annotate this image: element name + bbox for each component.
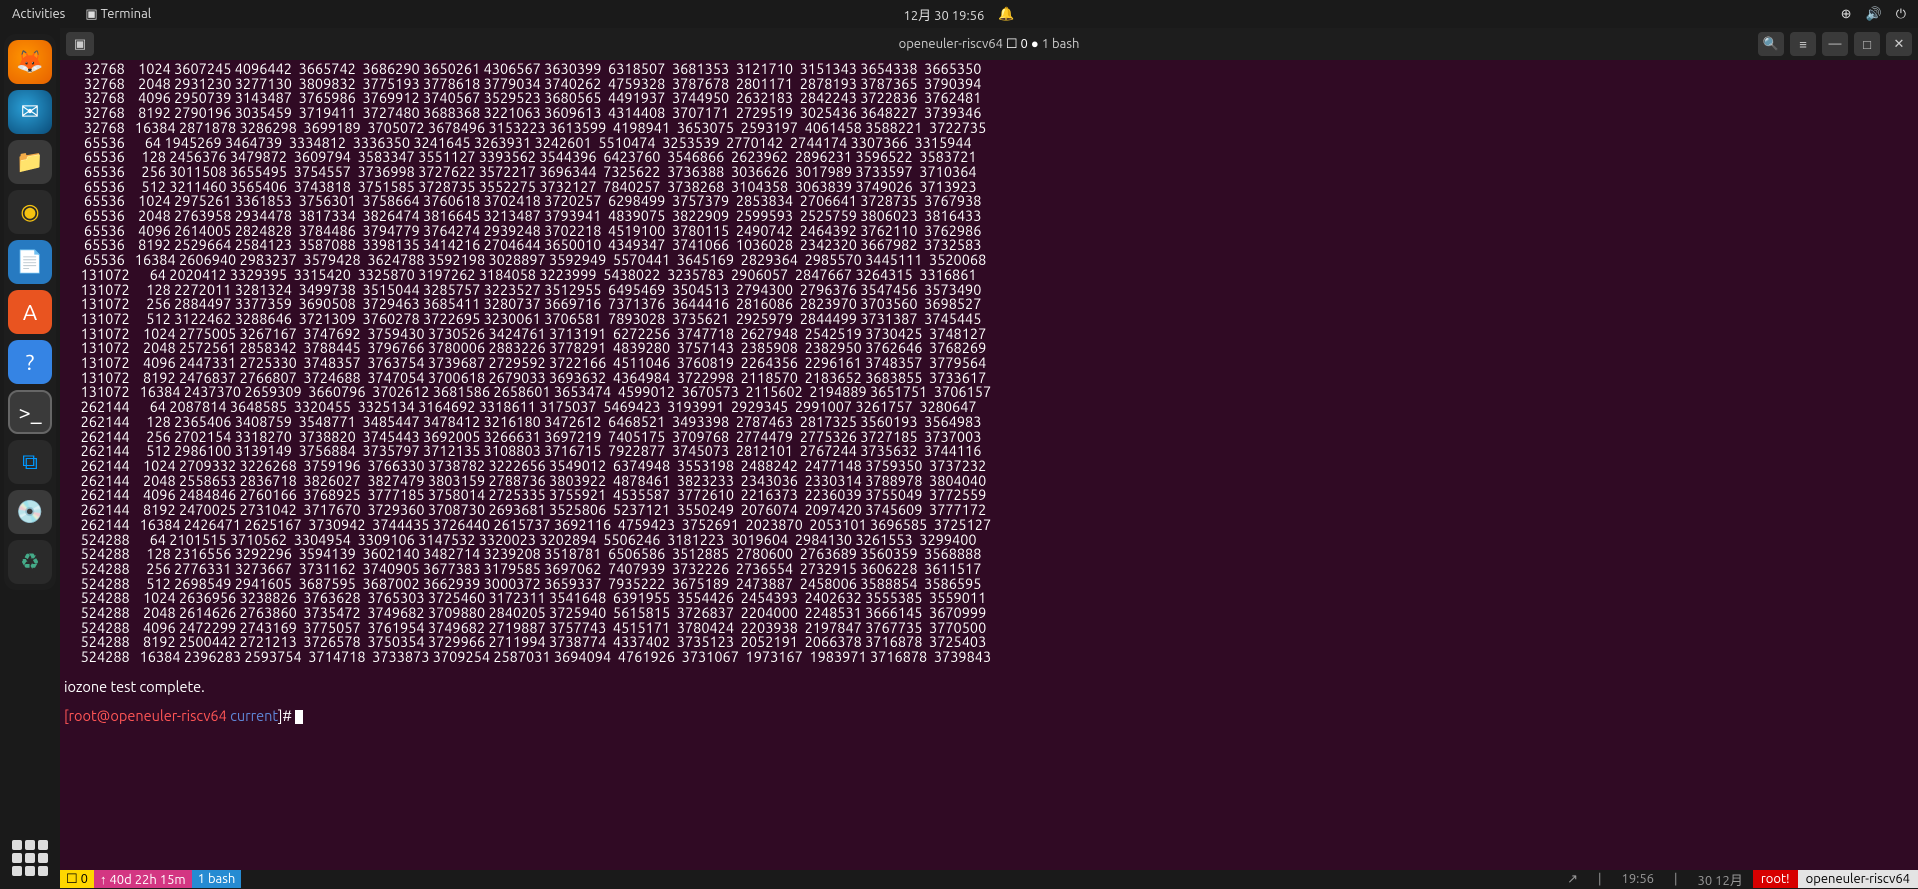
status-sep2: | <box>1664 872 1688 886</box>
gnome-topbar: Activities ▣ Terminal 12月 30 19:56 🔔 ⊕ 🔊… <box>0 0 1918 28</box>
prompt-suffix: ]# <box>278 707 295 724</box>
tmux-statusbar: ☐ 0 ↑ 40d 22h 15m 1 bash ↗ | 19:56 | 30 … <box>60 870 1918 888</box>
status-window[interactable]: 1 bash <box>192 870 242 888</box>
minimize-button[interactable]: — <box>1822 32 1848 56</box>
network-icon[interactable]: ⊕ <box>1841 7 1852 22</box>
close-button[interactable]: ✕ <box>1886 32 1912 56</box>
titlebar-right: 🔍 ≡ — □ ✕ <box>1758 32 1912 56</box>
window-title: openeuler-riscv64 ☐ 0 ● 1 bash <box>899 36 1080 52</box>
terminal-dock-icon[interactable]: >_ <box>8 390 52 434</box>
topbar-center: 12月 30 19:56 🔔 <box>904 5 1015 24</box>
terminal-content[interactable]: 32768 1024 3607245 4096442 3665742 36862… <box>60 60 1918 870</box>
status-session[interactable]: ☐ 0 <box>60 870 94 888</box>
topbar-right: ⊕ 🔊 ⏻ <box>1841 7 1906 22</box>
new-tab-button[interactable]: ▣ <box>66 32 94 56</box>
terminal-window: ▣ openeuler-riscv64 ☐ 0 ● 1 bash 🔍 ≡ — □… <box>60 28 1918 888</box>
status-sep1: | <box>1588 872 1612 886</box>
files-icon[interactable]: 📁 <box>8 140 52 184</box>
dock: 🦊 ✉ 📁 ◉ 📄 A ? >_ ⧉ 💿 ♻ <box>4 34 56 590</box>
power-icon[interactable]: ⏻ <box>1896 7 1906 22</box>
help-icon[interactable]: ? <box>8 340 52 384</box>
trash-icon[interactable]: ♻ <box>8 540 52 584</box>
activities-button[interactable]: Activities <box>12 7 65 22</box>
cursor <box>295 710 303 724</box>
clock[interactable]: 12月 30 19:56 <box>904 5 985 24</box>
menu-button[interactable]: ≡ <box>1790 32 1816 56</box>
status-uptime: ↑ 40d 22h 15m <box>94 870 192 888</box>
libreoffice-writer-icon[interactable]: 📄 <box>8 240 52 284</box>
status-date: 30 12月 <box>1688 870 1753 889</box>
software-store-icon[interactable]: A <box>8 290 52 334</box>
topbar-left: Activities ▣ Terminal <box>12 7 151 22</box>
terminal-app-menu[interactable]: ▣ Terminal <box>85 7 151 22</box>
status-time: 19:56 <box>1611 872 1664 886</box>
prompt-path: current <box>230 707 278 724</box>
maximize-button[interactable]: □ <box>1854 32 1880 56</box>
bell-icon[interactable]: 🔔 <box>998 7 1014 22</box>
window-titlebar: ▣ openeuler-riscv64 ☐ 0 ● 1 bash 🔍 ≡ — □… <box>60 28 1918 60</box>
status-root: root! <box>1753 870 1798 888</box>
show-apps-button[interactable] <box>12 840 48 876</box>
search-button[interactable]: 🔍 <box>1758 32 1784 56</box>
disk-icon[interactable]: 💿 <box>8 490 52 534</box>
vscode-icon[interactable]: ⧉ <box>8 440 52 484</box>
prompt-user-host: [root@openeuler-riscv64 <box>64 707 230 724</box>
thunderbird-icon[interactable]: ✉ <box>8 90 52 134</box>
firefox-icon[interactable]: 🦊 <box>8 40 52 84</box>
status-host: openeuler-riscv64 <box>1798 870 1918 888</box>
rhythmbox-icon[interactable]: ◉ <box>8 190 52 234</box>
volume-icon[interactable]: 🔊 <box>1866 7 1882 22</box>
status-arrow: ↗ <box>1557 872 1588 887</box>
